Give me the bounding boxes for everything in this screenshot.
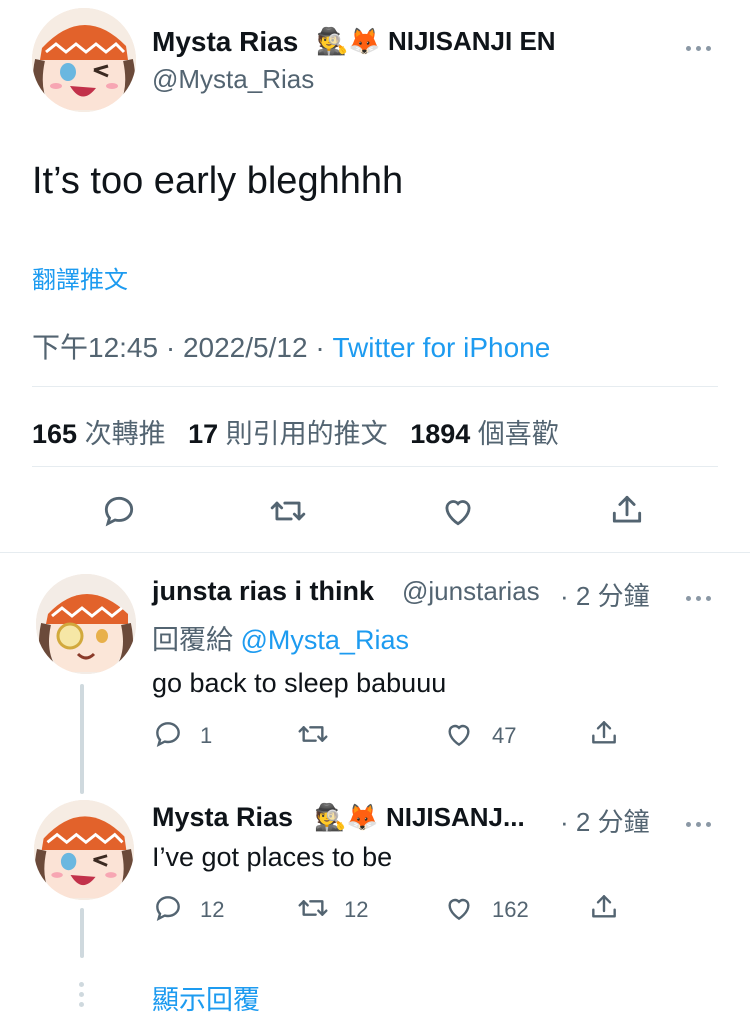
divider (32, 466, 718, 467)
show-replies-link[interactable]: 顯示回覆 (152, 978, 260, 1017)
section-divider (0, 552, 750, 553)
reply2-reply-count: 12 (200, 897, 225, 922)
reply1-share-icon[interactable] (588, 716, 620, 750)
thread-dots (79, 982, 85, 1007)
quotes-stat[interactable]: 17 則引用的推文 (188, 419, 395, 449)
meta-separator: · (315, 332, 325, 363)
reply1-reply-icon[interactable] (152, 718, 184, 750)
retweets-stat[interactable]: 165 次轉推 (32, 419, 173, 449)
reply-icon[interactable] (100, 492, 138, 530)
reply2-like-icon[interactable] (442, 892, 476, 924)
reply2-like-count: 162 (492, 897, 529, 922)
reply1-author-name[interactable]: junsta rias i think (152, 576, 374, 607)
divider (32, 386, 718, 387)
main-author-handle[interactable]: @Mysta_Rias (152, 64, 314, 95)
main-more-icon[interactable] (686, 38, 716, 56)
replying-to-label: 回覆給 (152, 625, 233, 655)
avatar-illustration (32, 8, 136, 112)
tweet-stats: 165 次轉推 17 則引用的推文 1894 個喜歡 (32, 412, 559, 451)
avatar-illustration (36, 574, 136, 674)
quote-label: 則引用的推文 (225, 419, 388, 449)
reply2-more-icon[interactable] (686, 814, 716, 832)
like-icon[interactable] (438, 492, 478, 530)
like-count: 1894 (410, 419, 471, 449)
reply2-text: I’ve got places to be (152, 842, 393, 872)
meta-separator: · (165, 332, 176, 363)
reply1-text: go back to sleep babuuu (152, 668, 447, 698)
tweet-time[interactable]: 下午12:45 (32, 332, 158, 363)
share-icon[interactable] (608, 490, 646, 530)
reply2-author-avatar[interactable] (34, 800, 134, 900)
reply1-replying-to: 回覆給 @Mysta_Rias (152, 618, 409, 657)
likes-stat[interactable]: 1894 個喜歡 (410, 419, 559, 449)
reply1-more-icon[interactable] (686, 588, 716, 606)
main-author-name[interactable]: Mysta Rias (152, 26, 298, 58)
retweet-label: 次轉推 (84, 419, 166, 449)
retweet-count: 165 (32, 419, 78, 449)
reply2-share-icon[interactable] (588, 890, 620, 924)
retweet-icon[interactable] (268, 492, 308, 530)
reply2-retweet-count: 12 (344, 897, 369, 922)
reply2-reply-icon[interactable] (152, 892, 184, 924)
avatar-illustration (34, 800, 134, 900)
main-tweet-text: It’s too early bleghhhh (32, 160, 404, 202)
tweet-date[interactable]: 2022/5/12 (183, 332, 308, 363)
reply1-reply-count: 1 (200, 723, 213, 748)
main-author-name-suffix: 🕵️🦊 NIJISANJI EN (316, 26, 556, 56)
reply1-retweet-icon[interactable] (296, 718, 330, 750)
translate-tweet-link[interactable]: 翻譯推文 (32, 260, 128, 295)
thread-line (80, 684, 84, 794)
reply1-like-count: 47 (492, 723, 517, 748)
like-label: 個喜歡 (477, 419, 559, 449)
reply1-like-icon[interactable] (442, 718, 476, 750)
reply1-author-handle[interactable]: @junstarias (402, 576, 540, 607)
main-author-avatar[interactable] (32, 8, 136, 112)
reply2-author-name[interactable]: Mysta Rias (152, 802, 293, 833)
replying-to-handle[interactable]: @Mysta_Rias (241, 625, 409, 655)
reply2-author-name-suffix: 🕵️🦊 NIJISANJ... (314, 802, 525, 832)
reply2-retweet-icon[interactable] (296, 892, 330, 924)
tweet-source-link[interactable]: Twitter for iPhone (332, 332, 550, 363)
quote-count: 17 (188, 419, 219, 449)
thread-line (80, 908, 84, 958)
reply1-author-avatar[interactable] (36, 574, 136, 674)
reply1-time[interactable]: · 2 分鐘 (560, 576, 650, 613)
reply2-time[interactable]: · 2 分鐘 (560, 802, 650, 839)
tweet-meta: 下午12:45 · 2022/5/12 · Twitter for iPhone (32, 326, 550, 366)
